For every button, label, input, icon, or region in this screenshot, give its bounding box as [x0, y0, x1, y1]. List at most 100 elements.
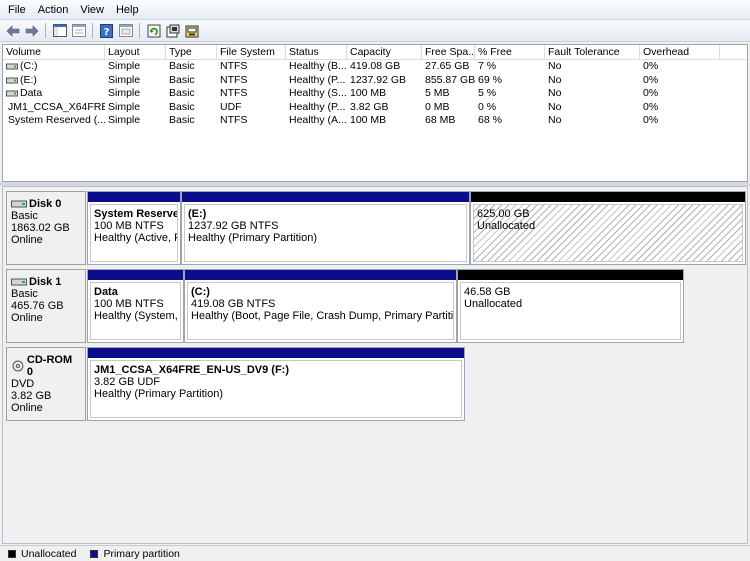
table-cell: Basic — [166, 114, 217, 128]
disk-size: 1863.02 GB — [11, 222, 70, 234]
cell-text: Simple — [108, 114, 141, 127]
disk-status: Online — [11, 234, 43, 246]
table-cell: Simple — [105, 60, 166, 74]
partition-system-reserved[interactable]: System Reserved 100 MB NTFS Healthy (Act… — [87, 191, 181, 265]
table-cell: Simple — [105, 101, 166, 115]
column-header-overhead[interactable]: Overhead — [640, 45, 720, 60]
settings-icon[interactable] — [164, 22, 181, 39]
forward-arrow-icon[interactable] — [23, 22, 40, 39]
partition-bar-unallocated — [458, 270, 683, 280]
cell-text: NTFS — [220, 73, 248, 86]
disk-status: Online — [11, 402, 43, 414]
table-cell: Basic — [166, 87, 217, 101]
table-cell: No — [545, 60, 640, 74]
partition-size: 419.08 GB NTFS — [191, 298, 276, 310]
table-row[interactable]: (E:) Simple Basic NTFS Healthy (P... 1237.92 … — [3, 74, 747, 88]
table-cell: 1237.92 GB — [347, 74, 422, 88]
table-cell: 68 MB — [422, 114, 475, 128]
legend-label-primary: Primary partition — [103, 547, 180, 560]
partition-unallocated-disk1[interactable]: 46.58 GB Unallocated — [457, 269, 684, 343]
volume-list[interactable]: Volume Layout Type File System Status Ca… — [2, 44, 748, 182]
table-cell: No — [545, 74, 640, 88]
table-cell: Healthy (P... — [286, 74, 347, 88]
disk-label-cdrom[interactable]: CD-ROM 0 DVD 3.82 GB Online — [6, 347, 86, 421]
column-header-free-space[interactable]: Free Spa... — [422, 45, 475, 60]
disk-name-text: Disk 1 — [29, 276, 62, 288]
volume-list-header: Volume Layout Type File System Status Ca… — [3, 45, 747, 60]
partition-status: Healthy (Primary Partition) — [94, 388, 223, 400]
partition-size: 46.58 GB — [464, 286, 511, 298]
table-row[interactable]: JM1_CCSA_X64FRE...Simple Basic UDF Healthy … — [3, 101, 747, 115]
table-cell: Simple — [105, 87, 166, 101]
cell-text: 0% — [643, 60, 659, 73]
cell-text: 100 MB — [350, 114, 387, 127]
cell-text: 0 MB — [425, 100, 450, 113]
properties-icon[interactable] — [70, 22, 87, 39]
partition-body: (E:) 1237.92 GB NTFS Healthy (Primary Pa… — [184, 204, 467, 262]
cell-text: Basic — [169, 114, 195, 127]
column-header-fault-tolerance[interactable]: Fault Tolerance — [545, 45, 640, 60]
disk-icon[interactable] — [183, 22, 200, 39]
column-header-file-system[interactable]: File System — [217, 45, 286, 60]
menu-action[interactable]: Action — [32, 2, 75, 18]
help-icon[interactable]: ? — [98, 22, 115, 39]
cell-text: 5 MB — [425, 87, 450, 100]
table-cell: 419.08 GB — [347, 60, 422, 74]
column-header-layout[interactable]: Layout — [105, 45, 166, 60]
menu-file[interactable]: File — [2, 2, 32, 18]
cell-text: Healthy (B... — [289, 60, 347, 73]
cell-text: No — [548, 60, 562, 73]
cell-text: 1237.92 GB — [350, 73, 407, 86]
partition-c-drive[interactable]: (C:) 419.08 GB NTFS Healthy (Boot, Page … — [184, 269, 457, 343]
table-cell: No — [545, 101, 640, 115]
refresh-icon[interactable] — [145, 22, 162, 39]
table-cell: 0% — [640, 87, 720, 101]
column-header-status[interactable]: Status — [286, 45, 347, 60]
table-cell: 5 MB — [422, 87, 475, 101]
partition-body: 625.00 GB Unallocated — [473, 204, 743, 262]
column-header-type[interactable]: Type — [166, 45, 217, 60]
cell-text: 855.87 GB — [425, 73, 475, 86]
partition-bar-primary — [185, 270, 456, 280]
cell-text: 419.08 GB — [350, 60, 401, 73]
back-arrow-icon[interactable] — [4, 22, 21, 39]
legend-swatch-unallocated — [8, 549, 16, 558]
table-cell: 855.87 GB — [422, 74, 475, 88]
cell-text: 27.65 GB — [425, 60, 470, 73]
cell-text: Healthy (A... — [289, 114, 347, 127]
cell-text: NTFS — [220, 114, 248, 127]
table-cell: 69 % — [475, 74, 545, 88]
cell-text: (E:) — [20, 73, 37, 86]
column-header-volume[interactable]: Volume — [3, 45, 105, 60]
partition-f-drive[interactable]: JM1_CCSA_X64FRE_EN-US_DV9 (F:) 3.82 GB U… — [87, 347, 465, 421]
volume-list-body: (C:) Simple Basic NTFS Healthy (B... 419.08 G… — [3, 60, 747, 128]
table-cell: 100 MB — [347, 114, 422, 128]
cell-text: NTFS — [220, 87, 248, 100]
menu-help[interactable]: Help — [110, 2, 145, 18]
table-cell: Simple — [105, 74, 166, 88]
export-icon[interactable] — [117, 22, 134, 39]
column-header-capacity[interactable]: Capacity — [347, 45, 422, 60]
disk-name: Disk 0 — [11, 198, 81, 210]
menu-view[interactable]: View — [74, 2, 110, 18]
table-row[interactable]: Data Simple Basic NTFS Healthy (S... 100 MB 5 … — [3, 87, 747, 101]
partition-data[interactable]: Data 100 MB NTFS Healthy (System, Ac — [87, 269, 184, 343]
disk-label-1[interactable]: Disk 1 Basic 465.76 GB Online — [6, 269, 86, 343]
cell-text: 7 % — [478, 60, 497, 73]
partition-body: JM1_CCSA_X64FRE_EN-US_DV9 (F:) 3.82 GB U… — [90, 360, 462, 418]
cell-text: 68 % — [478, 114, 502, 127]
column-header-percent-free[interactable]: % Free — [475, 45, 545, 60]
disk-label-0[interactable]: Disk 0 Basic 1863.02 GB Online — [6, 191, 86, 265]
cell-text: 68 MB — [425, 114, 456, 127]
table-cell: UDF — [217, 101, 286, 115]
table-row[interactable]: System Reserved (... Simple Basic NTFS Healt… — [3, 114, 747, 128]
partition-bar-primary — [88, 270, 183, 280]
partition-size: 100 MB NTFS — [94, 298, 164, 310]
partition-unallocated-disk0[interactable]: 625.00 GB Unallocated — [470, 191, 746, 265]
console-tree-icon[interactable] — [51, 22, 68, 39]
table-row[interactable]: (C:) Simple Basic NTFS Healthy (B... 419.08 G… — [3, 60, 747, 74]
partition-body: 46.58 GB Unallocated — [460, 282, 681, 340]
partition-e-drive[interactable]: (E:) 1237.92 GB NTFS Healthy (Primary Pa… — [181, 191, 470, 265]
partition-bar-unallocated — [471, 192, 745, 202]
cell-text: 0% — [643, 73, 659, 86]
